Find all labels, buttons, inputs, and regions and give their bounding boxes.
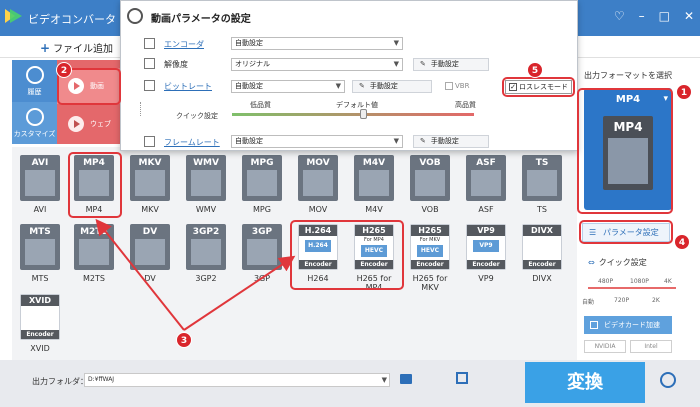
annotation-arrows bbox=[95, 218, 296, 331]
annotation-5: 5 bbox=[527, 62, 543, 78]
annotation-4: 4 bbox=[674, 234, 690, 250]
annotation-1: 1 bbox=[676, 84, 692, 100]
annotation-3: 3 bbox=[176, 332, 192, 348]
annotation-2: 2 bbox=[56, 62, 72, 78]
